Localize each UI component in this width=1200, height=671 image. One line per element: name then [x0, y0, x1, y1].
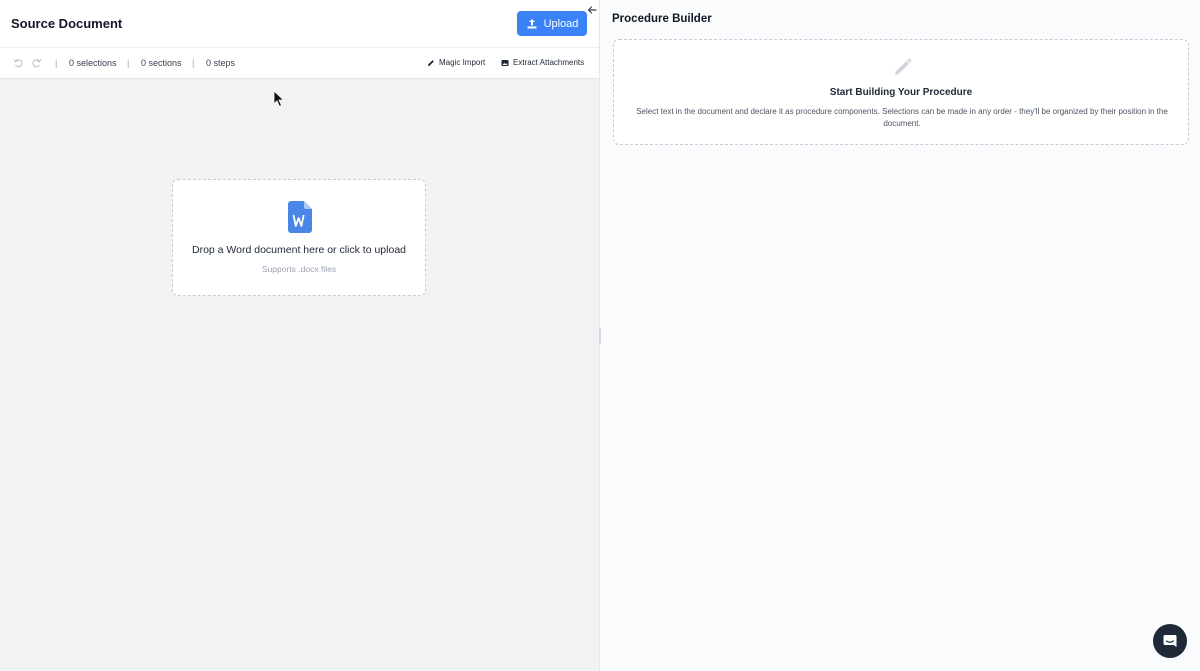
collapse-panel-button[interactable]: [584, 2, 600, 18]
pencil-icon: [428, 59, 434, 66]
app-root: Source Document Upload | 0 selections | …: [0, 0, 1200, 671]
source-toolbar: | 0 selections | 0 sections | 0 steps Ma…: [0, 48, 599, 79]
toolbar-separator: |: [127, 58, 130, 68]
selections-count: 0 selections: [69, 58, 117, 68]
upload-label: Upload: [543, 17, 579, 30]
procedure-builder-panel: Procedure Builder Start Building Your Pr…: [601, 0, 1200, 671]
image-icon: [501, 59, 509, 66]
upload-icon: [527, 18, 537, 28]
arrow-left-icon: [587, 6, 597, 14]
source-title: Source Document: [11, 16, 123, 31]
toolbar-separator: |: [192, 58, 195, 68]
sections-count: 0 sections: [141, 58, 182, 68]
dropzone-subtext: Supports .docx files: [261, 264, 337, 274]
steps-count: 0 steps: [206, 58, 236, 68]
upload-button[interactable]: Upload: [517, 11, 587, 36]
empty-state-description: Select text in the document and declare …: [636, 107, 1168, 128]
mouse-cursor-icon: [273, 90, 285, 108]
magic-import-button[interactable]: Magic Import: [427, 57, 485, 68]
extract-attachments-button[interactable]: Extract Attachments: [501, 57, 584, 68]
upload-dropzone[interactable]: Drop a Word document here or click to up…: [172, 179, 426, 296]
chat-support-button[interactable]: [1153, 624, 1187, 658]
empty-state-title: Start Building Your Procedure: [829, 87, 973, 98]
extract-attachments-label: Extract Attachments: [513, 58, 585, 67]
dropzone-text: Drop a Word document here or click to up…: [192, 244, 406, 256]
toolbar-separator: |: [55, 58, 58, 68]
chat-icon: [1163, 635, 1177, 647]
source-header: Source Document Upload: [0, 0, 599, 48]
pencil-icon: [895, 58, 912, 75]
word-document-icon: [288, 201, 312, 233]
builder-title: Procedure Builder: [612, 13, 712, 25]
magic-import-label: Magic Import: [439, 58, 486, 67]
source-document-panel: Source Document Upload | 0 selections | …: [0, 0, 600, 671]
undo-icon[interactable]: [12, 57, 24, 69]
builder-empty-state: Start Building Your Procedure Select tex…: [613, 39, 1189, 145]
redo-icon[interactable]: [31, 57, 43, 69]
